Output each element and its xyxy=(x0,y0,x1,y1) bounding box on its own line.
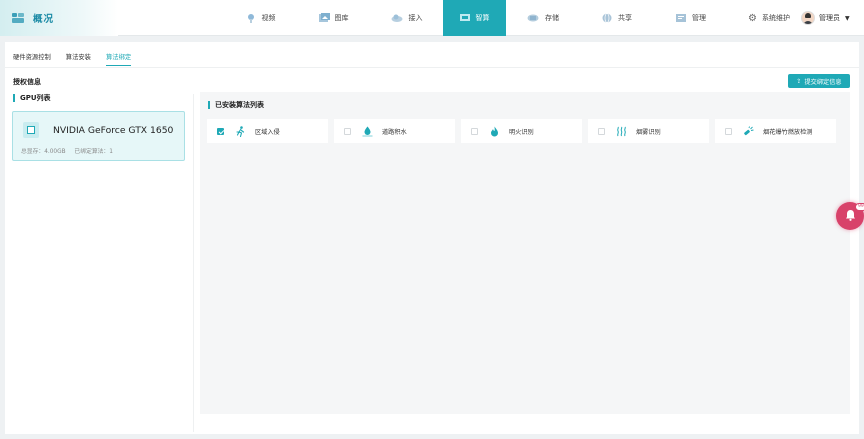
gallery-icon xyxy=(318,13,330,23)
subtabs-divider xyxy=(5,67,859,68)
fire-icon xyxy=(488,125,500,137)
algorithm-checkbox-road-water[interactable] xyxy=(344,127,351,135)
user-menu[interactable]: 管理员 ▼ xyxy=(801,0,850,36)
manage-icon xyxy=(676,13,686,23)
nav-storage[interactable]: 存储 xyxy=(506,0,580,36)
system-maintenance-label: 系统维护 xyxy=(761,14,790,22)
gpu-list-title: GPU列表 xyxy=(13,94,51,102)
algorithm-item-smoke[interactable]: 烟雾识别 xyxy=(588,119,709,143)
nav-gallery-label: 图库 xyxy=(334,14,349,22)
brand-title: 概况 xyxy=(33,14,55,25)
nav-manage-label: 管理 xyxy=(692,14,706,22)
gpu-name: NVIDIA GeForce GTX 1650 xyxy=(53,125,174,136)
overview-icon xyxy=(12,13,24,23)
subtab-algorithm-binding[interactable]: 算法绑定 xyxy=(105,52,132,66)
compute-icon xyxy=(459,13,470,23)
algorithm-item-road-water[interactable]: 道路积水 xyxy=(334,119,455,143)
avatar xyxy=(801,11,815,25)
algorithm-label-smoke: 烟雾识别 xyxy=(636,128,661,136)
nav-gallery[interactable]: 图库 xyxy=(297,0,370,36)
algorithm-label-road-water: 道路积水 xyxy=(382,128,407,136)
gpu-card[interactable]: NVIDIA GeForce GTX 1650 总显存：4.00GB 已绑定算法… xyxy=(12,111,185,161)
algorithm-item-firework[interactable]: 烟花爆竹燃放检测 xyxy=(715,119,836,143)
submit-binding-button[interactable]: ⇪ 提交绑定信息 xyxy=(788,74,850,88)
firework-icon xyxy=(742,125,754,137)
algorithm-checkbox-smoke[interactable] xyxy=(598,127,605,135)
storage-icon xyxy=(527,13,539,23)
nav-access[interactable]: 接入 xyxy=(370,0,443,36)
water-drop-icon xyxy=(361,125,373,137)
column-divider xyxy=(193,94,194,432)
user-name: 管理员 xyxy=(819,14,840,22)
algorithm-checkbox-fire[interactable] xyxy=(471,127,478,135)
algorithm-list: 区域入侵 道路积水 明火识别 烟雾识别 烟花爆竹燃放检测 xyxy=(207,119,842,143)
algorithm-checkbox-firework[interactable] xyxy=(725,127,732,135)
nav-share[interactable]: 共享 xyxy=(580,0,654,36)
nav-share-label: 共享 xyxy=(618,14,632,22)
submit-binding-label: 提交绑定信息 xyxy=(804,78,842,86)
bell-icon xyxy=(845,209,856,224)
gpu-memory: 总显存：4.00GB xyxy=(21,149,66,155)
algorithm-item-intrusion[interactable]: 区域入侵 xyxy=(207,119,328,143)
auth-info-title: 授权信息 xyxy=(13,78,41,86)
main-nav: 视频 图库 接入 智算 存储 共享 管理 xyxy=(224,0,728,36)
installed-algorithms-title: 已安装算法列表 xyxy=(208,101,264,109)
running-person-icon xyxy=(234,125,246,137)
top-navbar: 概况 视频 图库 接入 智算 存储 共享 管理 ⚙ 系统维护 管理员 ▼ xyxy=(0,0,864,36)
algorithm-item-fire[interactable]: 明火识别 xyxy=(461,119,582,143)
algorithm-checkbox-intrusion[interactable] xyxy=(217,127,224,135)
nav-compute[interactable]: 智算 xyxy=(443,0,506,36)
subtab-hardware-control[interactable]: 硬件资源控制 xyxy=(13,52,51,66)
nav-video[interactable]: 视频 xyxy=(224,0,297,36)
nav-system-maintenance[interactable]: ⚙ 系统维护 xyxy=(748,0,790,36)
installed-algorithms-area: 已安装算法列表 区域入侵 道路积水 明火识别 烟雾识别 烟花爆竹燃放检测 xyxy=(200,92,850,414)
nav-video-label: 视频 xyxy=(261,14,276,22)
smoke-icon xyxy=(615,125,627,137)
gear-icon: ⚙ xyxy=(748,12,757,24)
share-globe-icon xyxy=(602,13,612,23)
notification-badge: 99 xyxy=(855,203,864,211)
nav-manage[interactable]: 管理 xyxy=(654,0,728,36)
cloud-link-icon xyxy=(391,13,403,23)
algorithm-label-fire: 明火识别 xyxy=(509,128,534,136)
nav-compute-label: 智算 xyxy=(475,14,490,22)
algorithm-label-firework: 烟花爆竹燃放检测 xyxy=(763,128,813,136)
chip-icon xyxy=(23,122,39,138)
algorithm-label-intrusion: 区域入侵 xyxy=(255,128,280,136)
nav-access-label: 接入 xyxy=(408,14,423,22)
gpu-bound-count: 已绑定算法：1 xyxy=(74,149,113,155)
gpu-meta: 总显存：4.00GB 已绑定算法：1 xyxy=(21,146,120,155)
content-panel: 硬件资源控制 算法安装 算法绑定 授权信息 ⇪ 提交绑定信息 GPU列表 NVI… xyxy=(5,42,859,434)
upload-icon: ⇪ xyxy=(796,77,802,85)
caret-down-icon: ▼ xyxy=(845,14,850,22)
camera-pin-icon xyxy=(246,13,256,23)
subtab-algorithm-install[interactable]: 算法安装 xyxy=(66,52,91,66)
brand-overview[interactable]: 概况 xyxy=(0,0,118,36)
nav-storage-label: 存储 xyxy=(545,14,559,22)
subtabs: 硬件资源控制 算法安装 算法绑定 xyxy=(13,52,146,66)
